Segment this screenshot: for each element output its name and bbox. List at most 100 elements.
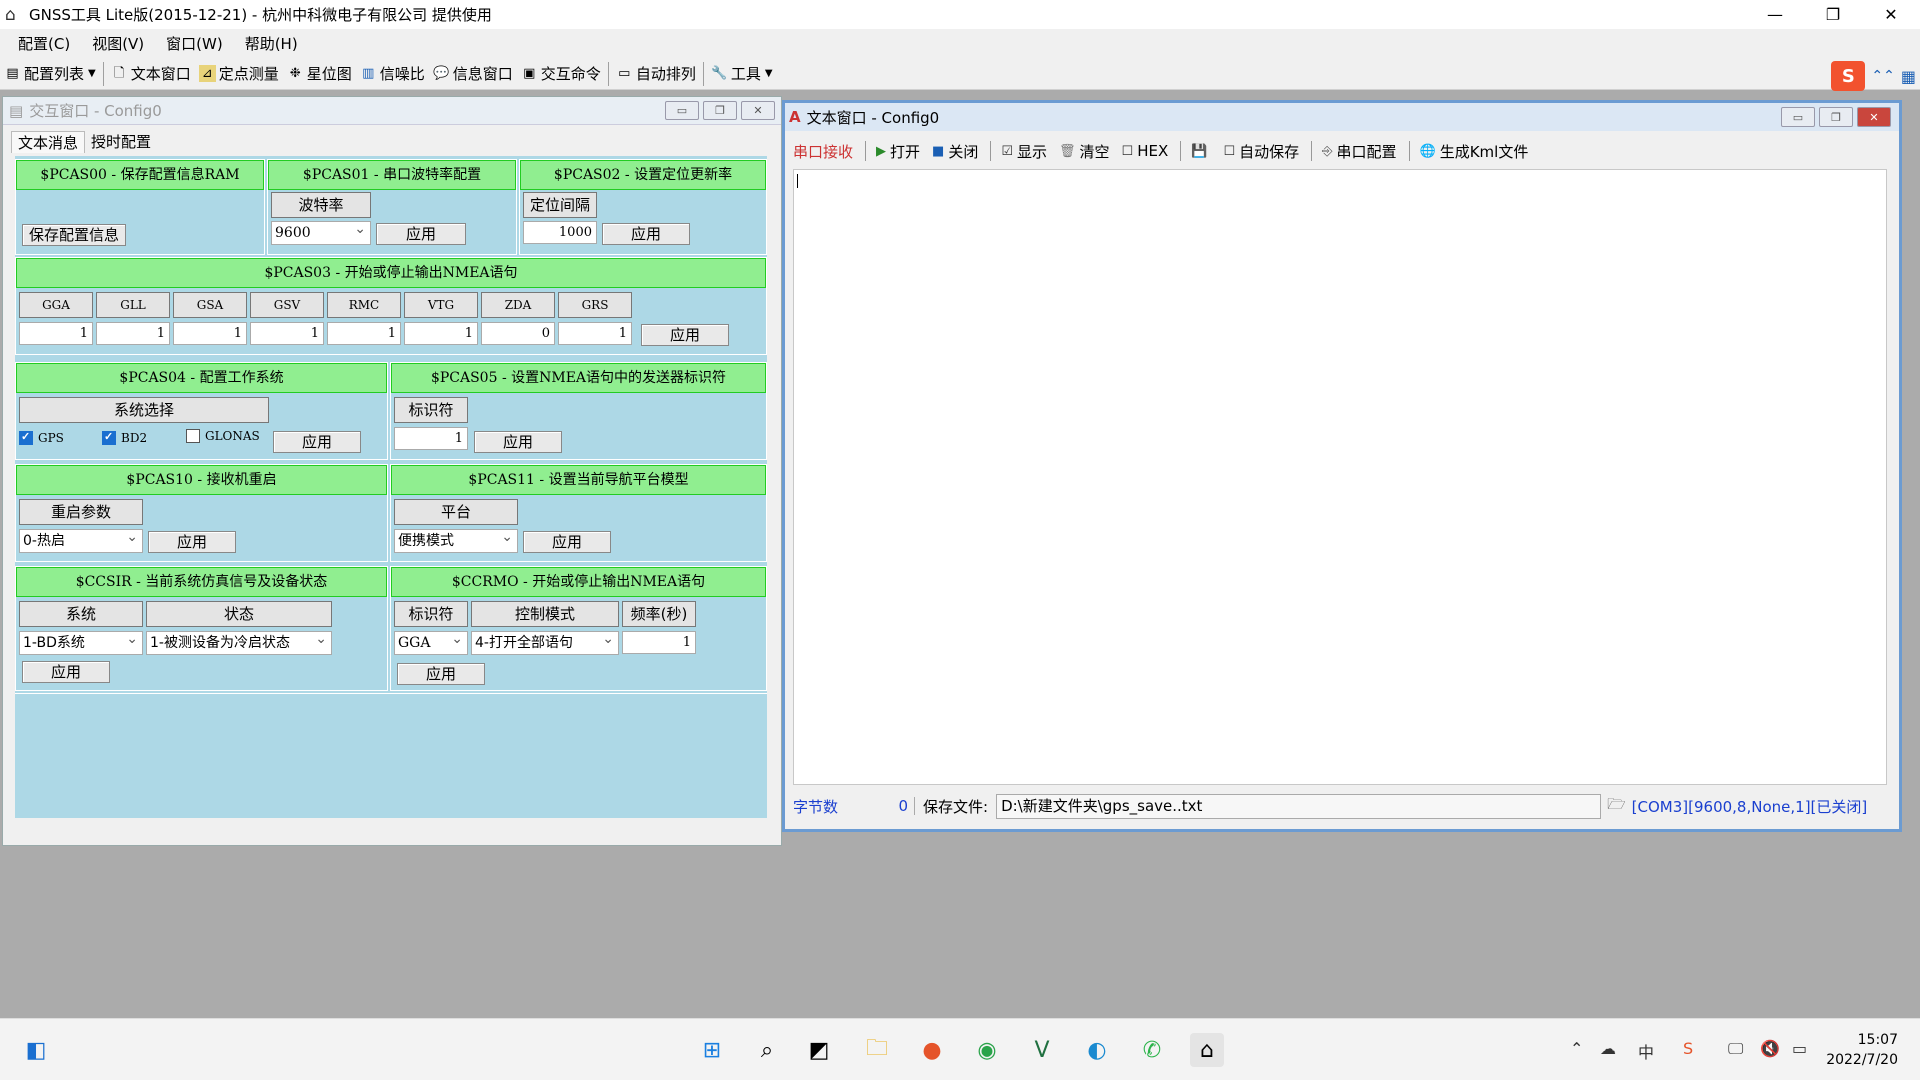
system-select[interactable]: 1-BD系统 xyxy=(19,628,143,655)
identifier-select[interactable]: GGA xyxy=(394,628,468,655)
baud-select[interactable]: 9600 xyxy=(271,218,371,245)
interval-label: 定位间隔 xyxy=(523,192,597,218)
checkbox-unchecked-icon: ☐ xyxy=(1223,143,1236,159)
pcas01-section: $PCAS01 - 串口波特率配置 波特率 9600 应用 xyxy=(267,159,517,255)
interval-input[interactable]: 1000 xyxy=(523,221,597,244)
clear-button[interactable]: 🗑 清空 xyxy=(1059,141,1110,162)
minimize-button[interactable]: ▭ xyxy=(1781,107,1815,127)
apply-button[interactable]: 应用 xyxy=(22,661,110,683)
apply-button[interactable]: 应用 xyxy=(376,223,466,245)
menu-view[interactable]: 视图(V) xyxy=(80,33,154,54)
restore-button[interactable]: ❐ xyxy=(1804,0,1862,29)
nmea-rate-input[interactable]: 1 xyxy=(96,322,170,345)
nmea-rate-input[interactable]: 1 xyxy=(558,322,632,345)
identifier-input[interactable]: 1 xyxy=(394,427,468,450)
start-icon[interactable]: ⊞ xyxy=(695,1033,729,1067)
file-explorer-icon[interactable]: 🗀 xyxy=(860,1033,894,1067)
state-select[interactable]: 1-被测设备为冷启状态 xyxy=(146,628,332,655)
tools-button[interactable]: 🔧 工具 ▼ xyxy=(707,61,777,87)
nmea-rate-input[interactable]: 0 xyxy=(481,322,555,345)
restart-param-select[interactable]: 0-热启 xyxy=(19,526,143,553)
text-output-area[interactable] xyxy=(793,169,1887,785)
nmea-rate-input[interactable]: 1 xyxy=(404,322,478,345)
glonas-checkbox[interactable]: GLONAS xyxy=(186,429,260,443)
nmea-rate-input[interactable]: 1 xyxy=(173,322,247,345)
close-port-button[interactable]: ■ 关闭 xyxy=(932,141,978,162)
hex-checkbox[interactable]: ☐ HEX xyxy=(1122,142,1169,160)
menu-window[interactable]: 窗口(W) xyxy=(154,33,233,54)
control-mode-select[interactable]: 4-打开全部语句 xyxy=(471,628,619,655)
volume-muted-icon[interactable]: 🔇 xyxy=(1760,1039,1780,1058)
serial-port-icon: ⎆ xyxy=(1322,143,1333,159)
close-button[interactable]: ✕ xyxy=(741,101,775,120)
nmea-rate-input[interactable]: 1 xyxy=(19,322,93,345)
satellite-icon: ❉ xyxy=(289,66,301,81)
tab-text-message[interactable]: 文本消息 xyxy=(11,131,86,153)
apply-button[interactable]: 应用 xyxy=(397,663,485,685)
gnss-tool-taskbar-icon[interactable]: ⌂ xyxy=(1190,1033,1224,1067)
firefox-icon[interactable]: ● xyxy=(915,1033,949,1067)
minimize-button[interactable]: — xyxy=(1746,0,1804,29)
apply-button[interactable]: 应用 xyxy=(474,431,562,453)
auto-arrange-button[interactable]: ▭ 自动排列 xyxy=(612,61,700,87)
section-header: $PCAS05 - 设置NMEA语句中的发送器标识符 xyxy=(391,363,766,393)
gps-checkbox[interactable]: GPS xyxy=(19,430,64,445)
title-bar: ⌂ GNSS工具 Lite版(2015-12-21) - 杭州中科微电子有限公司… xyxy=(0,0,1920,29)
chevron-up-icon[interactable]: ⌃ xyxy=(1570,1039,1583,1058)
generate-kml-button[interactable]: 🌐 生成Kml文件 xyxy=(1420,141,1529,162)
minimize-button[interactable]: ▭ xyxy=(665,101,699,120)
maximize-button[interactable]: ❐ xyxy=(1819,107,1853,127)
maximize-button[interactable]: ❐ xyxy=(703,101,737,120)
show-checkbox[interactable]: ☑ 显示 xyxy=(1001,141,1047,162)
apply-button[interactable]: 应用 xyxy=(273,431,361,453)
grid-icon[interactable]: ▦ xyxy=(1901,67,1916,86)
collapse-icon[interactable]: ⌃⌃ xyxy=(1871,68,1894,84)
info-window-button[interactable]: 💬 信息窗口 xyxy=(429,61,517,87)
pcas04-section: $PCAS04 - 配置工作系统 系统选择 GPS BD2 GLONAS 应用 xyxy=(15,362,388,460)
save-path-field[interactable]: D:\新建文件夹\gps_save..txt xyxy=(996,793,1602,819)
apply-button[interactable]: 应用 xyxy=(523,531,611,553)
network-icon[interactable]: 🖵 xyxy=(1728,1039,1743,1059)
vim-icon[interactable]: V xyxy=(1025,1033,1059,1067)
ime-icon[interactable]: 中 xyxy=(1638,1039,1654,1063)
apply-button[interactable]: 应用 xyxy=(641,324,729,346)
widgets-icon[interactable]: ◧ xyxy=(19,1033,53,1067)
port-config-button[interactable]: ⎆ 串口配置 xyxy=(1322,141,1396,162)
interact-cmd-button[interactable]: ▣ 交互命令 xyxy=(517,61,605,87)
task-view-icon[interactable]: ◩ xyxy=(802,1033,836,1067)
pcas05-section: $PCAS05 - 设置NMEA语句中的发送器标识符 标识符 1 应用 xyxy=(390,362,767,460)
edge-icon[interactable]: ◐ xyxy=(1080,1033,1114,1067)
snr-button[interactable]: ▥ 信噪比 xyxy=(356,61,429,87)
bd2-checkbox[interactable]: BD2 xyxy=(102,430,147,445)
platform-select[interactable]: 便携模式 xyxy=(394,526,518,553)
apply-button[interactable]: 应用 xyxy=(148,531,236,553)
search-icon[interactable]: ⌕ xyxy=(750,1033,784,1067)
cloud-icon[interactable]: ☁ xyxy=(1600,1039,1616,1058)
platform-label: 平台 xyxy=(394,499,518,525)
fix-measure-button[interactable]: ⊿ 定点测量 xyxy=(195,61,283,87)
chrome-icon[interactable]: ◉ xyxy=(970,1033,1004,1067)
tab-timing-config[interactable]: 授时配置 xyxy=(85,131,158,153)
menu-bar: 配置(C) 视图(V) 窗口(W) 帮助(H) xyxy=(0,29,1920,58)
autosave-checkbox[interactable]: ☐ 自动保存 xyxy=(1223,141,1299,162)
apply-button[interactable]: 应用 xyxy=(602,223,690,245)
browse-icon[interactable]: 🗁 xyxy=(1607,794,1626,819)
battery-icon[interactable]: ▭ xyxy=(1792,1039,1807,1058)
nmea-rate-input[interactable]: 1 xyxy=(250,322,324,345)
sogou-ime-icon[interactable]: S xyxy=(1831,61,1866,91)
close-button[interactable]: ✕ xyxy=(1857,107,1891,127)
frequency-input[interactable]: 1 xyxy=(622,631,696,654)
save-icon[interactable]: 💾 xyxy=(1191,144,1211,159)
nmea-rate-input[interactable]: 1 xyxy=(327,322,401,345)
open-button[interactable]: ▶ 打开 xyxy=(876,141,920,162)
config-list-button[interactable]: ▤ 配置列表 ▼ xyxy=(0,61,100,87)
menu-help[interactable]: 帮助(H) xyxy=(233,33,308,54)
satellite-map-button[interactable]: ❉ 星位图 xyxy=(283,61,356,87)
wechat-icon[interactable]: ✆ xyxy=(1135,1033,1169,1067)
save-config-button[interactable]: 保存配置信息 xyxy=(22,224,126,246)
text-window-button[interactable]: 🗋 文本窗口 xyxy=(107,61,195,87)
system-clock[interactable]: 15:07 2022/7/20 xyxy=(1826,1030,1898,1070)
close-button[interactable]: ✕ xyxy=(1862,0,1920,29)
menu-config[interactable]: 配置(C) xyxy=(6,33,80,54)
sogou-tray-icon[interactable]: S xyxy=(1683,1039,1693,1058)
